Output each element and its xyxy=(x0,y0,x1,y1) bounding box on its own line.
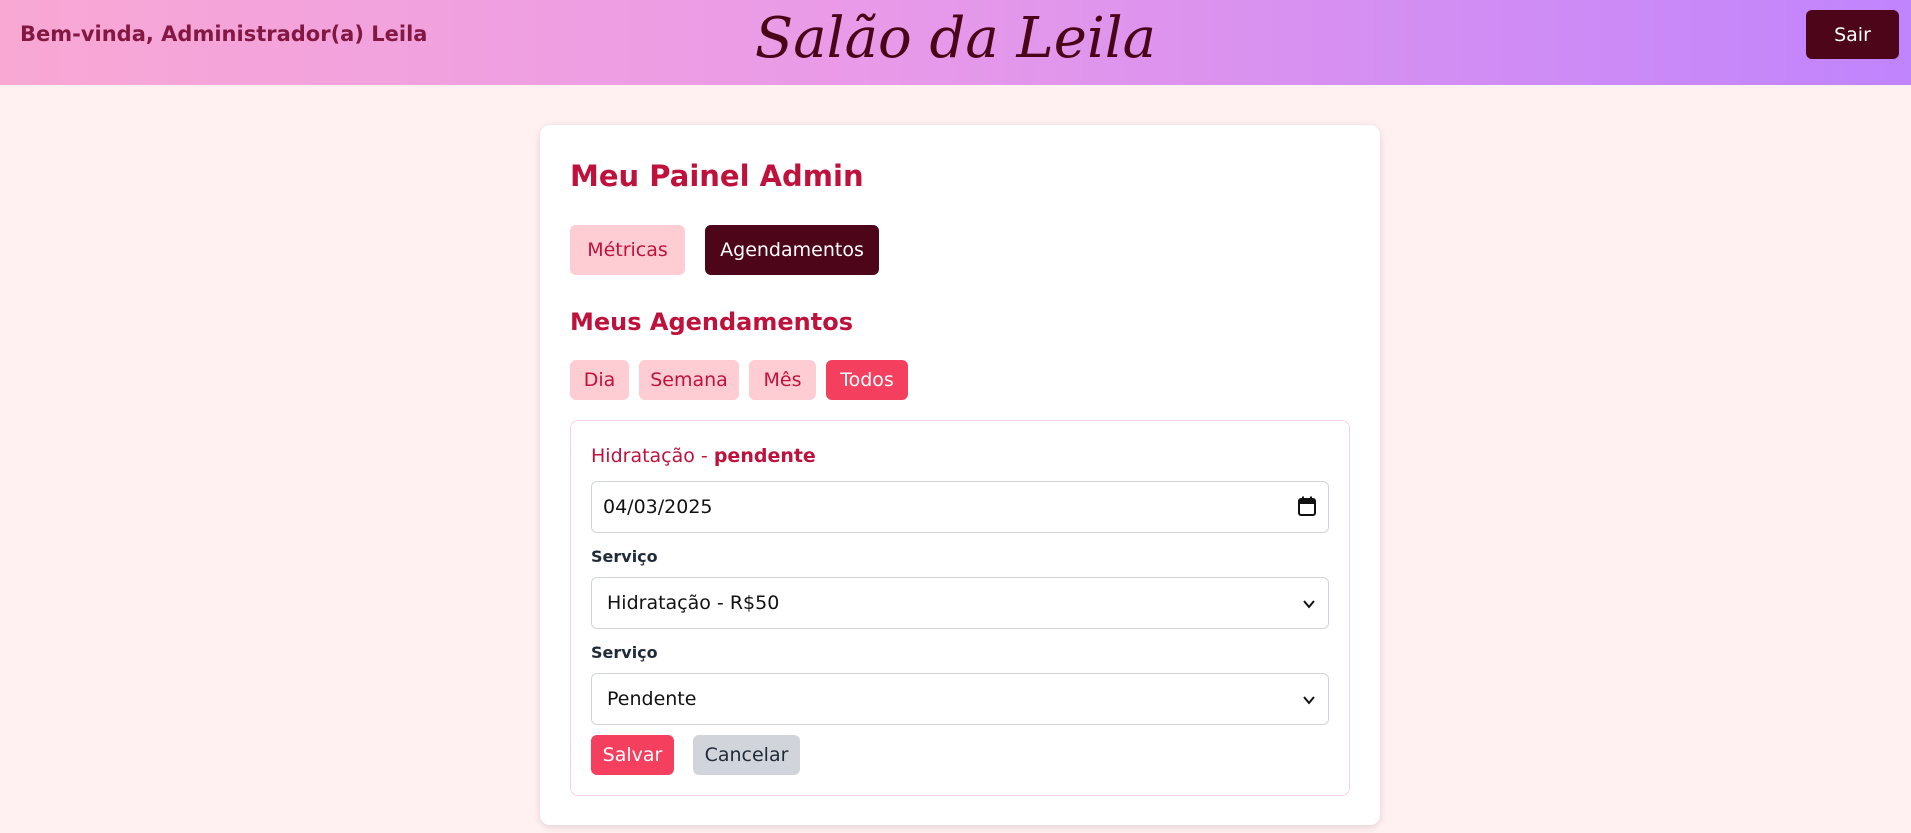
tab-metricas[interactable]: Métricas xyxy=(570,225,685,275)
service-select[interactable]: Hidratação - R$50 xyxy=(591,577,1329,629)
logout-button[interactable]: Sair xyxy=(1806,10,1899,59)
filter-todos-button[interactable]: Todos xyxy=(826,360,908,400)
tab-agendamentos[interactable]: Agendamentos xyxy=(705,225,879,275)
status-label: Serviço xyxy=(591,643,658,662)
service-select-value: Hidratação - R$50 xyxy=(607,592,780,614)
welcome-message: Bem-vinda, Administrador(a) Leila xyxy=(20,22,428,46)
cancel-button[interactable]: Cancelar xyxy=(693,735,800,775)
calendar-icon[interactable] xyxy=(1298,496,1316,516)
appointment-heading: Hidratação - pendente xyxy=(591,445,816,467)
date-value: 04/03/2025 xyxy=(603,496,713,518)
filter-dia-button[interactable]: Dia xyxy=(570,360,629,400)
filter-semana-button[interactable]: Semana xyxy=(639,360,739,400)
section-title: Meus Agendamentos xyxy=(570,308,853,336)
top-bar: Bem-vinda, Administrador(a) Leila Salão … xyxy=(0,0,1911,85)
date-input[interactable]: 04/03/2025 xyxy=(591,481,1329,533)
appointment-separator: - xyxy=(694,445,714,467)
appointment-service-name: Hidratação xyxy=(591,445,695,467)
chevron-down-icon xyxy=(1303,600,1315,609)
status-select-value: Pendente xyxy=(607,688,697,710)
status-select[interactable]: Pendente xyxy=(591,673,1329,725)
filter-mes-button[interactable]: Mês xyxy=(749,360,816,400)
admin-panel-card: Meu Painel Admin Métricas Agendamentos M… xyxy=(540,125,1380,825)
save-button[interactable]: Salvar xyxy=(591,735,674,775)
appointment-card: Hidratação - pendente 04/03/2025 Serviço… xyxy=(570,420,1350,796)
service-label: Serviço xyxy=(591,547,658,566)
page-title: Meu Painel Admin xyxy=(570,159,864,193)
chevron-down-icon xyxy=(1303,696,1315,705)
appointment-status: pendente xyxy=(713,445,816,467)
